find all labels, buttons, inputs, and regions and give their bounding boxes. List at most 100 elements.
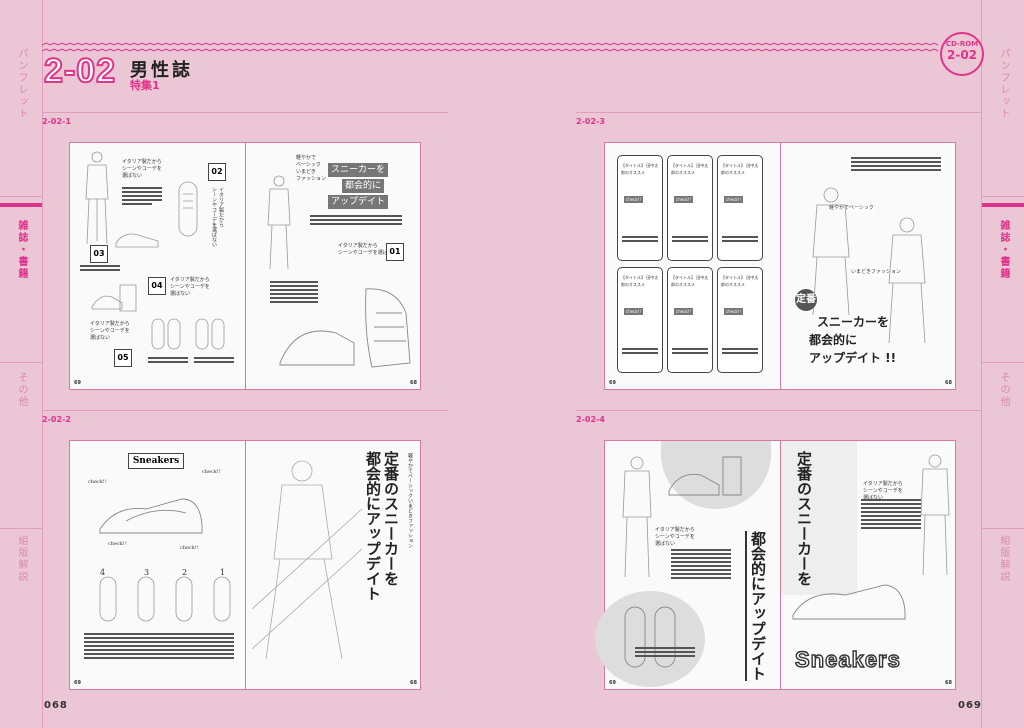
page-number-left: 068 <box>44 700 68 711</box>
left-side-index: パンフレット 雑誌・書籍 その他 組版解説 <box>0 0 43 728</box>
folio: 68 <box>945 380 952 386</box>
side-divider <box>0 362 42 363</box>
active-tab-marker <box>0 203 42 207</box>
section-code: 2-02 <box>43 52 117 90</box>
text-placeholder-lines <box>148 357 188 365</box>
left-page: イタリア製だから シーンやコーデを 選ばない 都会的にアップデイト 69 <box>595 441 780 689</box>
number-badge: 04 <box>148 277 166 295</box>
vertical-heading: 定番のスニーカーを <box>382 451 400 586</box>
sneaker-illustration <box>178 181 198 237</box>
side-divider <box>0 196 42 197</box>
model-figure <box>267 175 291 270</box>
text-placeholder-lines <box>310 215 402 227</box>
text-placeholder-lines <box>84 633 234 661</box>
right-side-index: パンフレット 雑誌・書籍 その他 組版解説 <box>981 0 1024 728</box>
section-rule <box>576 410 982 411</box>
spread-thumbnail-2[interactable]: Sneakers check!! check!! check!! check!!… <box>69 440 421 690</box>
product-card: 【タイトル】 田中太郎のオススメ check!! <box>667 267 713 373</box>
folio: 69 <box>609 380 616 386</box>
number-badge: 03 <box>90 245 108 263</box>
product-card: 【タイトル】 田中太郎のオススメ check!! <box>717 267 763 373</box>
check-label: check!! <box>108 541 127 547</box>
heading-line: 都会的に <box>809 333 858 347</box>
product-card: 【タイトル】 田中太郎のオススメ check!! <box>617 267 663 373</box>
lead-text: 軽やかで ベーシック いまどき ファッション <box>296 155 327 182</box>
check-label: check!! <box>202 469 221 475</box>
text-placeholder-lines <box>80 265 120 273</box>
spread-thumbnail-4[interactable]: イタリア製だから シーンやコーデを 選ばない 都会的にアップデイト 69 定番の… <box>595 440 956 690</box>
vertical-lead: 軽やかでベーシックいまどきファッション <box>407 453 413 548</box>
sneaker-illustration <box>115 233 159 248</box>
sneaker-row-illustration <box>99 576 231 622</box>
number-badge: 01 <box>386 243 404 261</box>
section-label: 2-02-2 <box>42 415 71 424</box>
model-figure <box>252 460 362 660</box>
side-tab-typesetting[interactable]: 組版解説 <box>14 535 29 583</box>
cdrom-label: CD-ROM <box>945 40 979 48</box>
sneaker-pair-illustration <box>624 606 676 668</box>
text-placeholder-lines <box>635 647 695 659</box>
sneaker-illustration <box>99 498 203 534</box>
sneakers-wordmark: Sneakers <box>794 646 901 672</box>
model-figure <box>920 454 950 576</box>
side-divider <box>982 528 1024 529</box>
caption-text: イタリア製だから シーンやコーデを 選ばない <box>170 277 210 297</box>
side-tab-typesetting[interactable]: 組版解説 <box>996 535 1011 583</box>
cdrom-code: 2-02 <box>946 48 978 62</box>
section-rule <box>42 112 448 113</box>
section-rule <box>576 112 982 113</box>
side-divider <box>0 528 42 529</box>
check-label: check!! <box>180 545 199 551</box>
right-page: 定番のスニーカーを イタリア製だから シーンやコーデを 選ばない Sneaker… <box>780 441 956 689</box>
header-wave-rule <box>42 42 939 52</box>
sneakers-sign: Sneakers <box>128 453 184 469</box>
stamp-badge: 定番 <box>795 289 817 311</box>
product-card: 【タイトル】 田中太郎のオススメ check!! <box>667 155 713 261</box>
side-divider <box>982 362 1024 363</box>
side-tab-magazine[interactable]: 雑誌・書籍 <box>996 220 1011 280</box>
section-label: 2-02-3 <box>576 117 605 126</box>
side-divider <box>982 196 1024 197</box>
caption-text: イタリア製だから シーンやコーデを 選ばない <box>90 321 130 341</box>
heading-line: 都会的に <box>342 179 385 193</box>
left-page: Sneakers check!! check!! check!! check!!… <box>70 441 245 689</box>
section-label: 2-02-4 <box>576 415 605 424</box>
spread-thumbnail-3[interactable]: 【タイトル】 田中太郎のオススメ check!! 【タイトル】 田中太郎のオスス… <box>604 142 956 390</box>
side-tab-other[interactable]: その他 <box>996 372 1011 408</box>
model-figure <box>622 456 652 578</box>
heading-line: スニーカーを <box>817 315 890 329</box>
page-number-right: 069 <box>958 700 982 711</box>
folio: 69 <box>609 680 616 686</box>
folio: 68 <box>410 680 417 686</box>
right-page: 定番のスニーカーを 都会的にアップデイト 軽やかでベーシックいまどきファッション… <box>245 441 421 689</box>
side-tab-other[interactable]: その他 <box>14 372 29 408</box>
left-page: イタリア製だから シーンやコーデを 選ばない 02 イタリア製だから シーンやコー… <box>70 143 245 389</box>
right-page: 軽やかで ベーシック いまどき ファッション スニーカーを 都会的に アップデイ… <box>245 143 421 389</box>
number-badge: 02 <box>208 163 226 181</box>
text-placeholder-lines <box>122 187 162 207</box>
folio: 69 <box>74 380 81 386</box>
text-placeholder-lines <box>194 357 234 365</box>
sneaker-illustration <box>279 288 411 368</box>
side-tab-pamphlet[interactable]: パンフレット <box>996 48 1011 120</box>
page-subtitle: 特集1 <box>130 79 160 92</box>
section-label: 2-02-1 <box>42 117 71 126</box>
text-placeholder-lines <box>861 499 921 531</box>
caption-text: イタリア製だから シーンやコーデを 選ばない <box>655 527 695 547</box>
vertical-heading: 定番のスニーカーを <box>795 451 813 586</box>
heading-line: スニーカーを <box>328 163 389 177</box>
folio: 69 <box>74 680 81 686</box>
text-placeholder-lines <box>851 157 941 173</box>
left-page: 【タイトル】 田中太郎のオススメ check!! 【タイトル】 田中太郎のオスス… <box>605 143 780 389</box>
cdrom-badge: CD-ROM 2-02 <box>940 32 984 76</box>
side-tab-pamphlet[interactable]: パンフレット <box>14 48 29 120</box>
heading-line: アップデイト <box>328 195 389 209</box>
side-tab-magazine[interactable]: 雑誌・書籍 <box>14 220 29 280</box>
spread-thumbnail-1[interactable]: イタリア製だから シーンやコーデを 選ばない 02 イタリア製だから シーンやコー… <box>69 142 421 390</box>
product-card: 【タイトル】 田中太郎のオススメ check!! <box>617 155 663 261</box>
vertical-caption: イタリア製だから シーンやコーデを選ばない <box>211 187 224 247</box>
right-page: 軽やかでベーシック いまどきファッション 定番 スニーカーを 都会的に アップデ… <box>780 143 956 389</box>
folio: 68 <box>410 380 417 386</box>
sneaker-pair-illustration <box>151 318 225 350</box>
caption-text: イタリア製だから シーンやコーデを 選ばない <box>122 159 162 179</box>
